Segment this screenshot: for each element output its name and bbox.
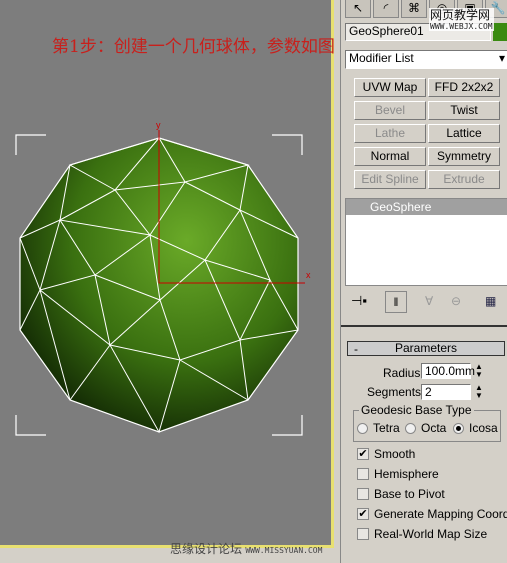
- modifier-button[interactable]: Lathe: [354, 124, 426, 143]
- modifier-list-dropdown[interactable]: Modifier List ▾: [345, 50, 507, 69]
- checkbox[interactable]: [357, 468, 369, 480]
- radio-icosa[interactable]: [453, 423, 464, 434]
- y-axis-label: y: [156, 120, 161, 130]
- radius-spinner[interactable]: ▲ ▼: [475, 363, 483, 379]
- watermark-bottom: 思缘设计论坛 WWW.MISSYUAN.COM: [170, 542, 323, 556]
- segments-input[interactable]: 2: [421, 384, 471, 400]
- stack-item-geosphere[interactable]: GeoSphere: [346, 199, 507, 215]
- show-end-result-icon[interactable]: ‖: [385, 291, 407, 313]
- remove-modifier-icon[interactable]: ⊖: [451, 294, 461, 308]
- modifier-button[interactable]: Bevel: [354, 101, 426, 120]
- checkbox-label: Base to Pivot: [374, 487, 445, 501]
- watermark-top: 网页教学网 WWW.WEBJX.COM: [429, 8, 494, 31]
- object-color-swatch[interactable]: [493, 23, 507, 41]
- perspective-viewport[interactable]: x y: [0, 0, 334, 548]
- configure-modifier-sets-icon[interactable]: ▦: [485, 294, 496, 308]
- make-unique-icon[interactable]: ∀: [425, 294, 433, 308]
- checkbox[interactable]: [357, 528, 369, 540]
- modifier-button[interactable]: Symmetry: [428, 147, 500, 166]
- parameters-rollout-header[interactable]: - Parameters: [347, 341, 505, 356]
- modifier-button[interactable]: Edit Spline: [354, 170, 426, 189]
- checkbox[interactable]: ✔: [357, 508, 369, 520]
- segments-spinner[interactable]: ▲ ▼: [475, 384, 483, 400]
- chevron-down-icon: ▾: [498, 51, 505, 65]
- radio-label: Icosa: [469, 421, 498, 435]
- checkbox-label: Real-World Map Size: [374, 527, 488, 541]
- segments-label: Segments:: [367, 385, 425, 399]
- checkbox-label: Generate Mapping Coords.: [374, 507, 507, 521]
- modifier-button[interactable]: Twist: [428, 101, 500, 120]
- geosphere-object[interactable]: x y: [0, 0, 334, 548]
- rollout-title: Parameters: [394, 341, 458, 355]
- command-panel: ↖ ◜ ⌘ ◎ ▣ 🔧 GeoSphere01 网页教学网WWW.WEBJX.C…: [340, 0, 507, 563]
- radio-octa[interactable]: [405, 423, 416, 434]
- radio-label: Octa: [421, 421, 447, 435]
- modifier-button[interactable]: FFD 2x2x2: [428, 78, 500, 97]
- checkbox-label: Smooth: [374, 447, 416, 461]
- radio-tetra[interactable]: [357, 423, 368, 434]
- modifier-stack[interactable]: GeoSphere: [345, 198, 507, 286]
- geodesic-base-type-label: Geodesic Base Type: [359, 403, 474, 417]
- x-axis-label: x: [306, 270, 311, 280]
- modifier-button[interactable]: UVW Map: [354, 78, 426, 97]
- pin-stack-icon[interactable]: ⊣▪: [351, 293, 367, 309]
- checkbox-label: Hemisphere: [374, 467, 439, 481]
- radius-input[interactable]: 100.0mm: [421, 363, 475, 379]
- checkbox[interactable]: [357, 488, 369, 500]
- modifier-button[interactable]: Lattice: [428, 124, 500, 143]
- step-caption: 第1步：创建一个几何球体，参数如图: [52, 37, 335, 57]
- radio-label: Tetra: [373, 421, 400, 435]
- hierarchy-tab-icon[interactable]: ⌘: [401, 0, 427, 18]
- modifier-button[interactable]: Extrude: [428, 170, 500, 189]
- create-tab-icon[interactable]: ↖: [345, 0, 371, 18]
- radius-label: Radius:: [383, 366, 424, 380]
- modifier-button[interactable]: Normal: [354, 147, 426, 166]
- checkbox[interactable]: ✔: [357, 448, 369, 460]
- modify-tab-icon[interactable]: ◜: [373, 0, 399, 18]
